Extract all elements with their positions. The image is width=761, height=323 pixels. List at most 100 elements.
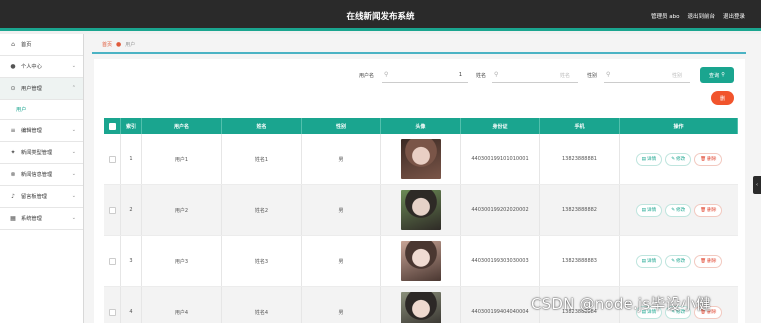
cell-username: 用户4: [142, 287, 222, 323]
detail-icon: ▤: [641, 156, 647, 162]
batch-delete-button[interactable]: 删: [711, 91, 734, 105]
top-header-bar: 在线新闻发布系统 管理员 abo 退出到前台 退出登录: [0, 0, 761, 31]
cell-gender: 男: [302, 236, 381, 286]
username-input-value: 1: [458, 72, 462, 78]
breadcrumb-home[interactable]: 首页: [102, 41, 112, 48]
trash-icon: 🗑: [700, 207, 707, 213]
username-input[interactable]: ⚲ 1: [382, 68, 468, 83]
detail-button[interactable]: ▤ 详情: [635, 254, 663, 268]
cell-name: 姓名2: [222, 185, 302, 235]
chevron-down-icon: ⌄: [71, 171, 76, 177]
detail-button-label: 详情: [647, 157, 657, 162]
header-idcard: 身份证: [461, 118, 540, 134]
detail-icon: ▤: [641, 207, 647, 213]
cell-index: 4: [121, 287, 142, 323]
row-checkbox[interactable]: [108, 257, 116, 265]
cell-index: 1: [121, 134, 142, 184]
row-checkbox[interactable]: [108, 308, 116, 316]
search-icon: ⚲: [494, 71, 499, 78]
cell-actions: ▤ 详情 ✎ 修改 🗑 删除: [620, 236, 738, 286]
cell-phone: 13823888881: [540, 134, 620, 184]
sidebar-item-user-manage[interactable]: ⊙ 用户管理 ⌃: [0, 78, 83, 100]
avatar: [400, 190, 441, 230]
side-collapse-tab[interactable]: ‹: [753, 176, 761, 194]
avatar: [400, 241, 441, 281]
sidebar-item-news-type[interactable]: ✦ 新闻类型管理 ⌄: [0, 142, 83, 164]
table-row: 2 用户2 姓名2 男 440300199202020002 13823888882 ▤ 详情…: [104, 185, 738, 236]
home-icon: ⌂: [11, 41, 15, 48]
cell-username: 用户1: [142, 134, 222, 184]
detail-icon: ▤: [641, 258, 647, 264]
gender-input[interactable]: ⚲ 性别: [604, 68, 690, 83]
cell-actions: ▤ 详情 ✎ 修改 🗑 删除: [620, 185, 738, 235]
detail-button-label: 详情: [647, 208, 657, 213]
cell-actions: ▤ 详情 ✎ 修改 🗑 删除: [620, 134, 738, 184]
cell-name: 姓名3: [222, 236, 302, 286]
cell-gender: 男: [302, 134, 381, 184]
search-button[interactable]: 查询 ⚲: [700, 67, 734, 83]
delete-button-label: 删除: [707, 157, 717, 162]
chevron-down-icon: ⌄: [71, 127, 76, 133]
chevron-down-icon: ⌄: [71, 63, 76, 69]
select-all-cell: [104, 118, 121, 134]
edit-button[interactable]: ✎ 修改: [665, 254, 692, 268]
mic-icon: ♪: [11, 193, 15, 200]
cell-phone: 13823888883: [540, 236, 620, 286]
edit-button-label: 修改: [676, 157, 686, 162]
detail-button[interactable]: ▤ 详情: [635, 152, 663, 166]
search-icon: ⚲: [384, 71, 389, 78]
name-input-placeholder: 姓名: [559, 73, 570, 79]
sidebar-item-label: 新闻信息管理: [21, 172, 53, 178]
row-checkbox[interactable]: [108, 206, 116, 214]
table-header: 索引 用户名 姓名 性别 头像 身份证 手机 操作: [104, 118, 738, 134]
row-select-cell: [104, 236, 121, 286]
delete-button[interactable]: 🗑 删除: [694, 152, 723, 166]
delete-button-label: 删除: [707, 259, 717, 264]
cell-username: 用户2: [142, 185, 222, 235]
cell-avatar: [381, 236, 461, 286]
select-all-checkbox[interactable]: [108, 122, 116, 130]
edit-button[interactable]: ✎ 修改: [665, 152, 692, 166]
sidebar-item-message-board[interactable]: ♪ 留言板管理 ⌄: [0, 186, 83, 208]
header-links: 管理员 abo 退出到前台 退出登录: [651, 12, 745, 20]
edit-button[interactable]: ✎ 修改: [665, 203, 692, 217]
list-icon: ≡: [10, 127, 16, 134]
sidebar-item-label: 编辑管理: [21, 128, 42, 134]
cell-idcard: 440300199202020002: [461, 185, 540, 235]
header-avatar: 头像: [381, 118, 461, 134]
cell-index: 2: [121, 185, 142, 235]
detail-button[interactable]: ▤ 详情: [635, 203, 663, 217]
sidebar-item-news-info[interactable]: ⊗ 新闻信息管理 ⌄: [0, 164, 83, 186]
shield-icon: ⊗: [10, 171, 16, 178]
search-icon: ⚲: [721, 72, 726, 78]
header-gender: 性别: [302, 118, 381, 134]
site-title: 在线新闻发布系统: [346, 12, 415, 22]
breadcrumb: 首页 ● 用户: [92, 37, 746, 54]
delete-button[interactable]: 🗑 删除: [694, 203, 723, 217]
list-card: 用户名 ⚲ 1 姓名 ⚲ 姓名 性别 ⚲ 性别 查询 ⚲ 删 索引 用户名 姓名…: [94, 59, 745, 323]
cell-index: 3: [121, 236, 142, 286]
row-checkbox[interactable]: [108, 155, 116, 163]
gender-label: 性别: [587, 73, 598, 79]
cell-name: 姓名1: [222, 134, 302, 184]
sidebar-item-system[interactable]: ▦ 系统管理 ⌄: [0, 208, 83, 230]
search-icon: ⚲: [606, 71, 611, 78]
edit-icon: ✎: [671, 258, 676, 264]
sidebar-item-profile[interactable]: ● 个人中心 ⌄: [0, 56, 83, 78]
logout-link[interactable]: 退出登录: [723, 12, 745, 20]
breadcrumb-current: 用户: [125, 42, 136, 48]
sidebar-item-label: 个人中心: [21, 64, 42, 70]
name-label: 姓名: [476, 73, 487, 79]
sidebar-subitem-users[interactable]: 用户: [0, 100, 83, 120]
avatar: [400, 139, 441, 179]
sidebar-item-editor-manage[interactable]: ≡ 编辑管理 ⌄: [0, 120, 83, 142]
sidebar-item-home[interactable]: ⌂ 首页: [0, 34, 83, 56]
sidebar-item-label: 首页: [21, 42, 32, 48]
header-name: 姓名: [222, 118, 302, 134]
name-input[interactable]: ⚲ 姓名: [492, 68, 578, 83]
cell-idcard: 440300199101010001: [461, 134, 540, 184]
trash-icon: 🗑: [700, 258, 707, 264]
frontend-link[interactable]: 退出到前台: [687, 12, 715, 20]
delete-button[interactable]: 🗑 删除: [694, 254, 723, 268]
detail-button-label: 详情: [647, 259, 657, 264]
